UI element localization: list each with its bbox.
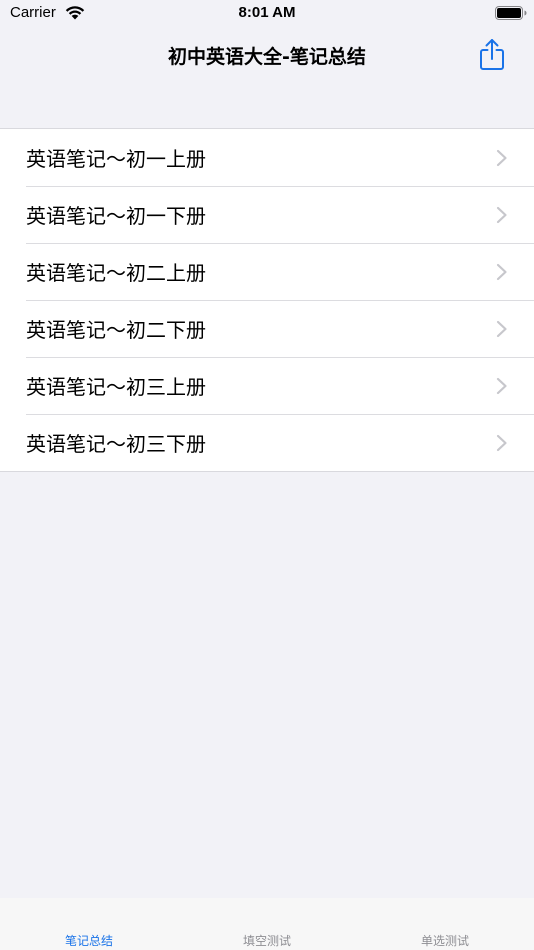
battery-icon — [495, 6, 527, 20]
navigation-bar: 初中英语大全-笔记总结 — [0, 28, 534, 84]
status-time: 8:01 AM — [238, 4, 296, 21]
list-item-label: 英语笔记～初二上册 — [26, 261, 206, 285]
list-item-label: 英语笔记～初一下册 — [26, 204, 206, 228]
chevron-right-icon — [496, 263, 507, 281]
tab-single-choice-test[interactable]: 单选测试 — [356, 932, 534, 949]
tab-bar: 笔记总结 填空测试 单选测试 — [0, 898, 534, 950]
share-button[interactable] — [476, 36, 508, 72]
chevron-right-icon — [496, 377, 507, 395]
notes-list: 英语笔记～初一上册 英语笔记～初一下册 英语笔记～初二上册 英语笔记～初二下册 … — [0, 128, 534, 472]
list-item[interactable]: 英语笔记～初一下册 — [0, 186, 534, 243]
chevron-right-icon — [496, 206, 507, 224]
chevron-right-icon — [496, 434, 507, 452]
list-item-label: 英语笔记～初二下册 — [26, 318, 206, 342]
share-icon — [480, 39, 504, 70]
status-bar: Carrier 8:01 AM — [0, 0, 534, 28]
chevron-right-icon — [496, 320, 507, 338]
chevron-right-icon — [496, 149, 507, 167]
list-item-label: 英语笔记～初三下册 — [26, 432, 206, 456]
list-item[interactable]: 英语笔记～初三下册 — [0, 414, 534, 471]
list-item[interactable]: 英语笔记～初二下册 — [0, 300, 534, 357]
tab-fill-in-test[interactable]: 填空测试 — [178, 932, 356, 949]
app-screen: Carrier 8:01 AM 初中英语大全-笔记总结 英语笔记～初一上册 英语… — [0, 0, 534, 950]
list-item[interactable]: 英语笔记～初二上册 — [0, 243, 534, 300]
list-item-label: 英语笔记～初三上册 — [26, 375, 206, 399]
list-item-label: 英语笔记～初一上册 — [26, 147, 206, 171]
list-item[interactable]: 英语笔记～初一上册 — [0, 129, 534, 186]
tab-notes-summary[interactable]: 笔记总结 — [0, 932, 178, 949]
page-title: 初中英语大全-笔记总结 — [168, 46, 366, 68]
list-item[interactable]: 英语笔记～初三上册 — [0, 357, 534, 414]
